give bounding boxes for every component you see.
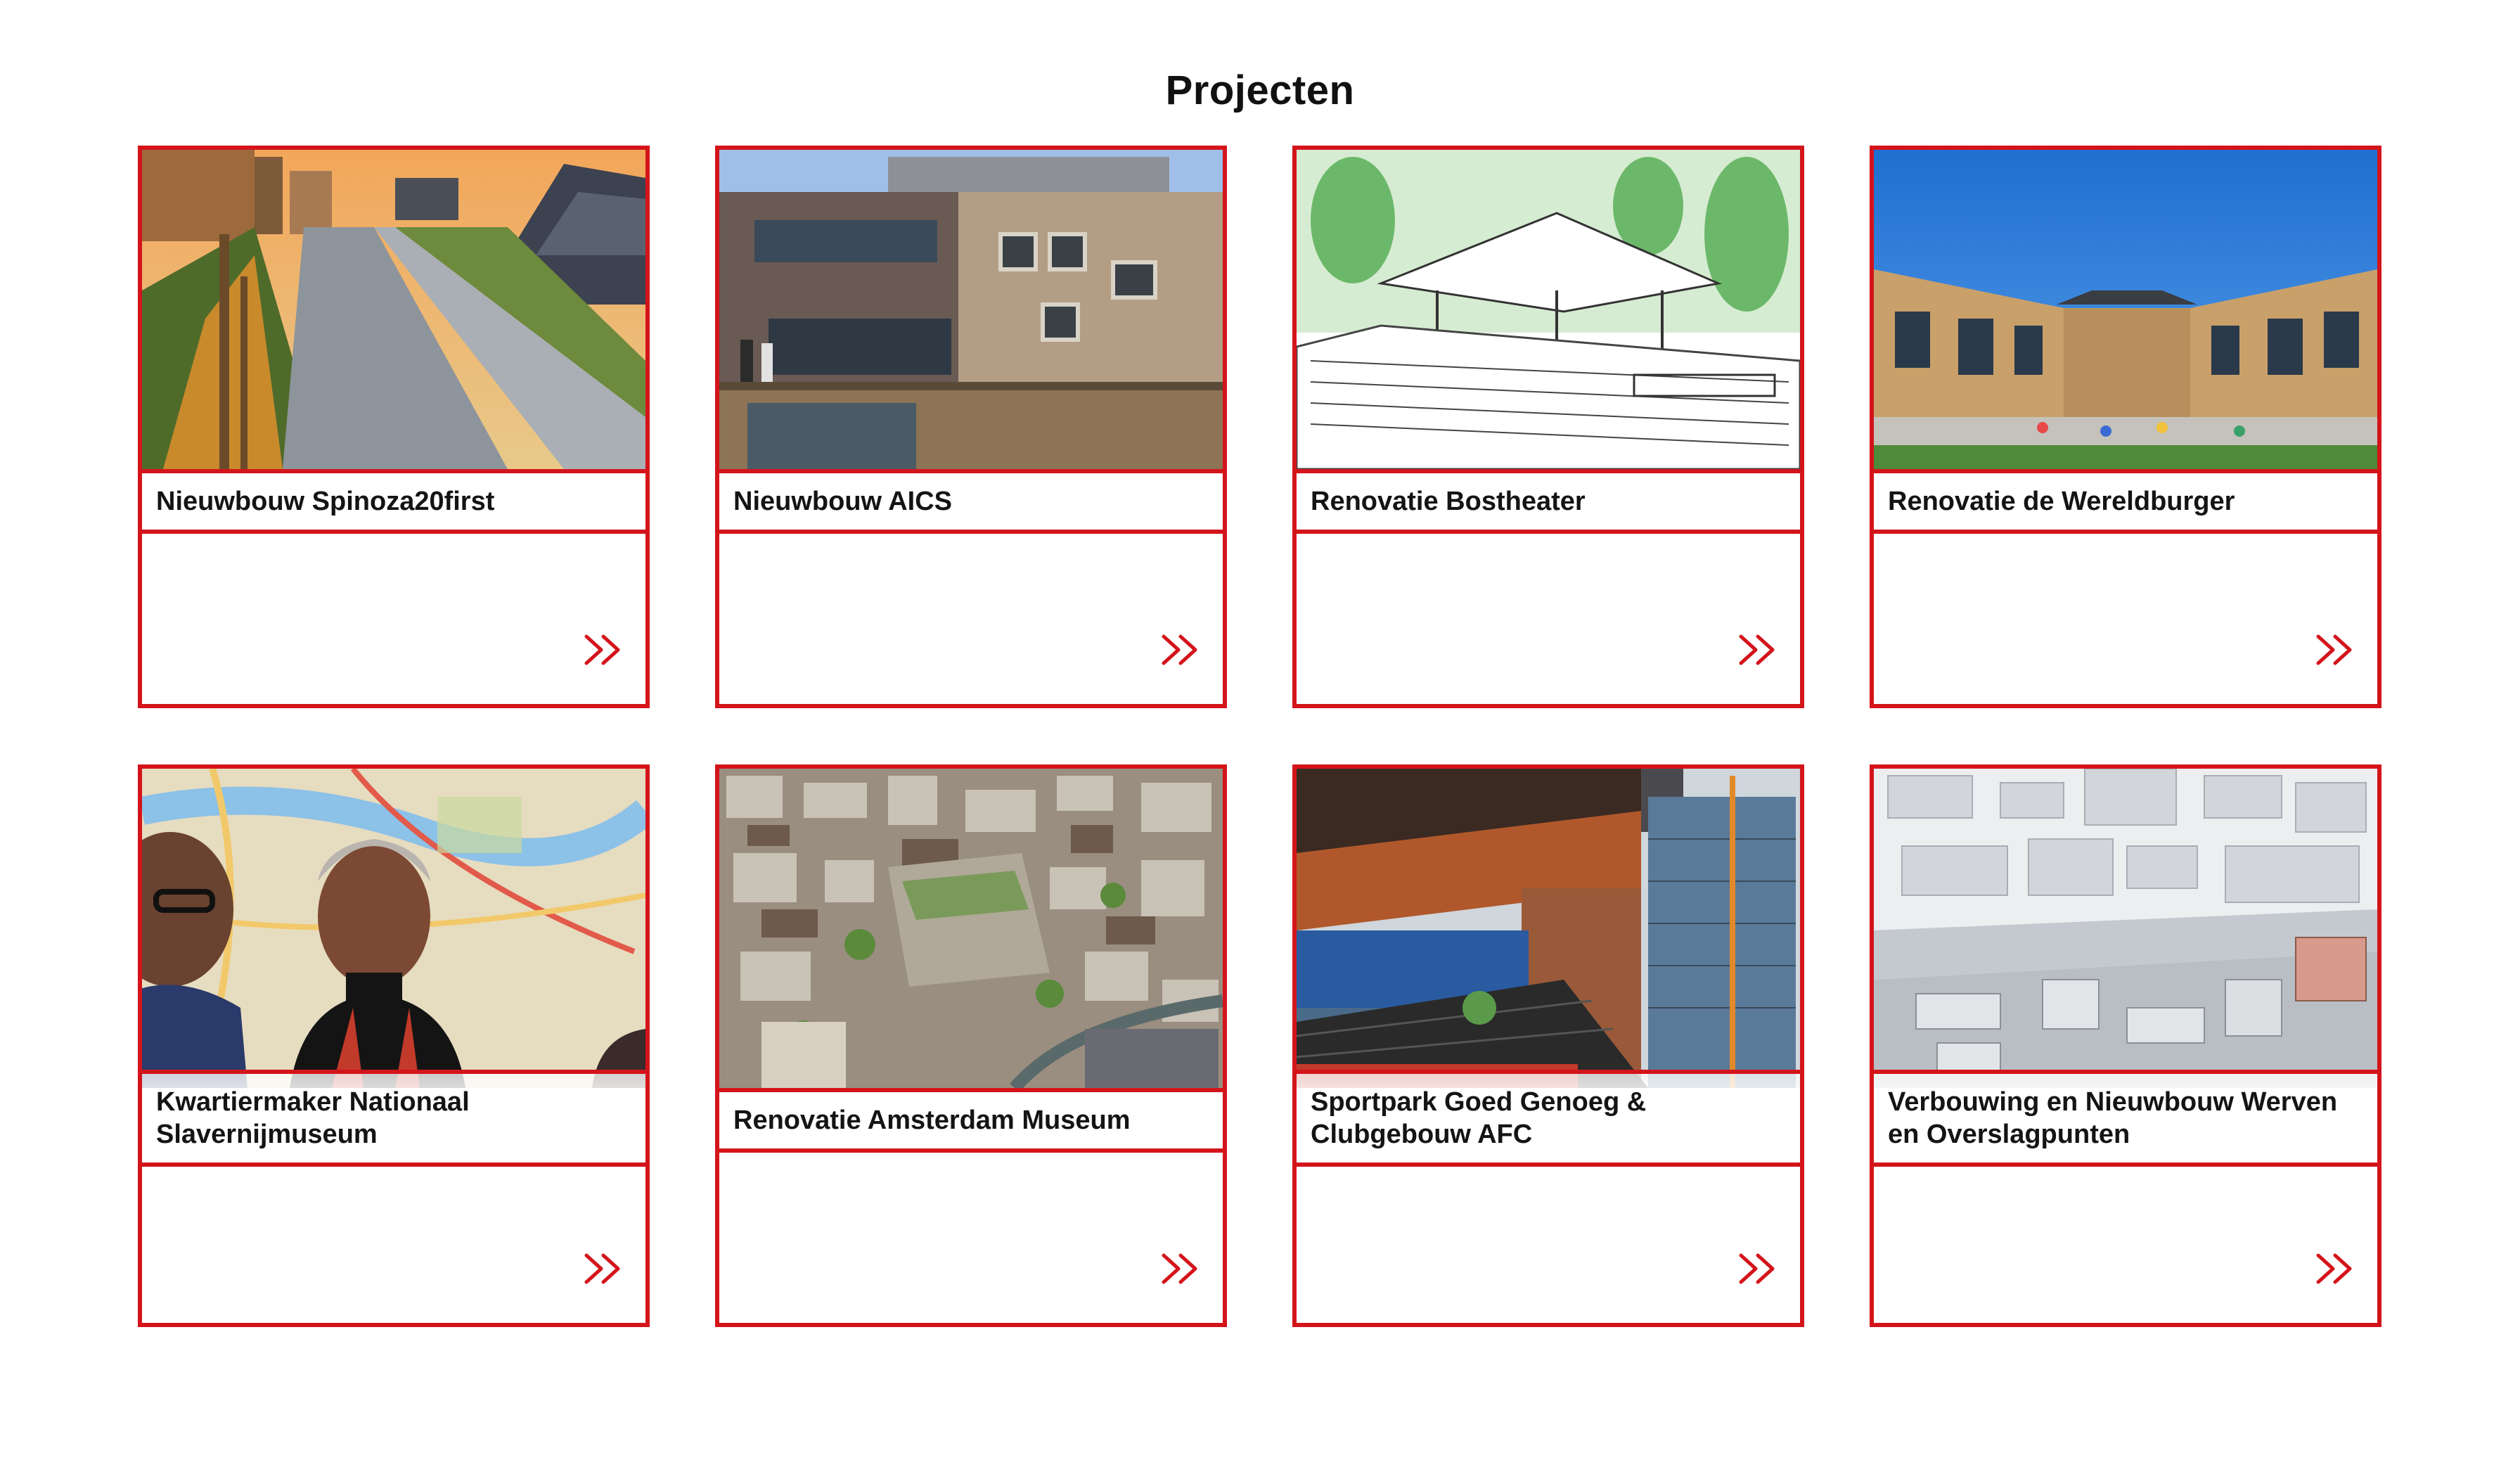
- page-title: Projecten: [1165, 67, 1355, 113]
- project-card-werven-overslagpunten[interactable]: Verbouwing en Nieuwbouw Werven en Oversl…: [1870, 764, 2381, 1327]
- projects-grid: Nieuwbouw Spinoza20first Nieuwbouw AICS …: [138, 146, 2382, 1327]
- double-chevron-right-icon[interactable]: [1737, 1251, 1782, 1286]
- project-title: Renovatie Bostheater: [1311, 487, 1586, 516]
- project-card-wereldburger[interactable]: Renovatie de Wereldburger: [1870, 146, 2381, 708]
- project-card-aics[interactable]: Nieuwbouw AICS: [715, 146, 1227, 708]
- double-chevron-right-icon[interactable]: [1159, 632, 1204, 667]
- project-title-bar: Renovatie Bostheater: [1297, 469, 1800, 534]
- project-title-bar: Renovatie Amsterdam Museum: [719, 1088, 1223, 1153]
- project-title: Kwartiermaker Nationaal Slavernijmuseum: [156, 1087, 470, 1149]
- project-title: Verbouwing en Nieuwbouw Werven en Oversl…: [1888, 1087, 2338, 1149]
- project-title-bar: Renovatie de Wereldburger: [1874, 469, 2377, 534]
- project-image-stadium-towers: [1297, 769, 1800, 1088]
- double-chevron-right-icon[interactable]: [2314, 632, 2359, 667]
- double-chevron-right-icon[interactable]: [1159, 1251, 1204, 1286]
- project-card-slavernijmuseum[interactable]: Kwartiermaker Nationaal Slavernijmuseum: [138, 764, 650, 1327]
- project-card-bostheater[interactable]: Renovatie Bostheater: [1292, 146, 1804, 708]
- double-chevron-right-icon[interactable]: [2314, 1251, 2359, 1286]
- project-title: Sportpark Goed Genoeg & Clubgebouw AFC: [1311, 1087, 1647, 1149]
- double-chevron-right-icon[interactable]: [582, 1251, 627, 1286]
- project-title-bar: Sportpark Goed Genoeg & Clubgebouw AFC: [1297, 1070, 1800, 1167]
- double-chevron-right-icon[interactable]: [582, 632, 627, 667]
- project-title: Nieuwbouw Spinoza20first: [156, 487, 495, 516]
- project-title-bar: Nieuwbouw Spinoza20first: [142, 469, 645, 534]
- project-image-rooftop-garden: [142, 150, 645, 469]
- project-title: Renovatie de Wereldburger: [1888, 487, 2235, 516]
- project-title-bar: Nieuwbouw AICS: [719, 469, 1223, 534]
- project-card-amsterdam-museum[interactable]: Renovatie Amsterdam Museum: [715, 764, 1227, 1327]
- project-card-spinoza20first[interactable]: Nieuwbouw Spinoza20first: [138, 146, 650, 708]
- project-image-school-building: [719, 150, 1223, 469]
- project-title-bar: Verbouwing en Nieuwbouw Werven en Oversl…: [1874, 1070, 2377, 1167]
- project-image-portrait-map: [142, 769, 645, 1088]
- project-title-bar: Kwartiermaker Nationaal Slavernijmuseum: [142, 1070, 645, 1167]
- project-image-theater-sketch: [1297, 150, 1800, 469]
- project-title: Nieuwbouw AICS: [733, 487, 953, 516]
- project-card-sportpark-afc[interactable]: Sportpark Goed Genoeg & Clubgebouw AFC: [1292, 764, 1804, 1327]
- project-title: Renovatie Amsterdam Museum: [733, 1106, 1131, 1135]
- double-chevron-right-icon[interactable]: [1737, 632, 1782, 667]
- project-image-quay-model: [1874, 769, 2377, 1088]
- project-image-school-courtyard: [1874, 150, 2377, 469]
- project-image-aerial-city: [719, 769, 1223, 1088]
